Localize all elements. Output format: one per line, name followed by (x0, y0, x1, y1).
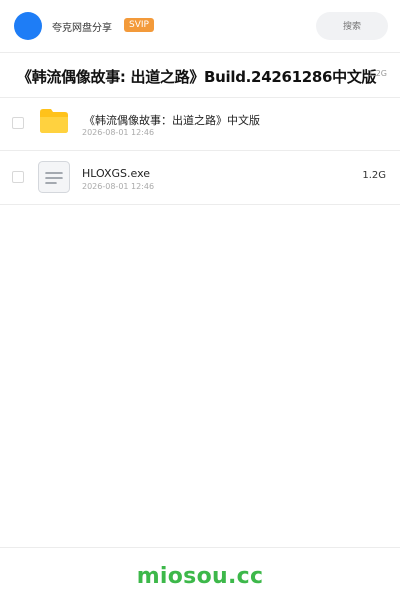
search-input[interactable] (316, 12, 388, 40)
user-name: 夸克网盘分享 (52, 23, 112, 34)
watermark: miosou.cc (136, 564, 264, 589)
share-title-row: 《韩流偶像故事: 出道之路》Build.24261286中文版 1.2G (0, 52, 400, 98)
checkbox[interactable] (12, 117, 24, 129)
total-size: 1.2G (368, 69, 387, 78)
file-size: 1.2G (362, 170, 386, 181)
list-item[interactable]: HLOXGS.exe 2026-08-01 12:46 1.2G (0, 151, 400, 205)
file-name[interactable]: 《韩流偶像故事：出道之路》中文版 (84, 112, 260, 128)
top-bar: 夸克网盘分享 SVIP (0, 0, 400, 53)
footer: miosou.cc (0, 547, 400, 601)
svip-badge: SVIP (124, 18, 154, 32)
avatar[interactable] (14, 12, 42, 40)
page-title: 《韩流偶像故事: 出道之路》Build.24261286中文版 (17, 68, 377, 86)
checkbox[interactable] (12, 171, 24, 183)
file-icon (38, 161, 70, 193)
folder-icon (40, 109, 68, 133)
list-item[interactable]: 《韩流偶像故事：出道之路》中文版 2026-08-01 12:46 (0, 97, 400, 151)
file-date: 2026-08-01 12:46 (82, 128, 155, 137)
file-name[interactable]: HLOXGS.exe (82, 167, 150, 180)
file-date: 2026-08-01 12:46 (82, 182, 155, 191)
